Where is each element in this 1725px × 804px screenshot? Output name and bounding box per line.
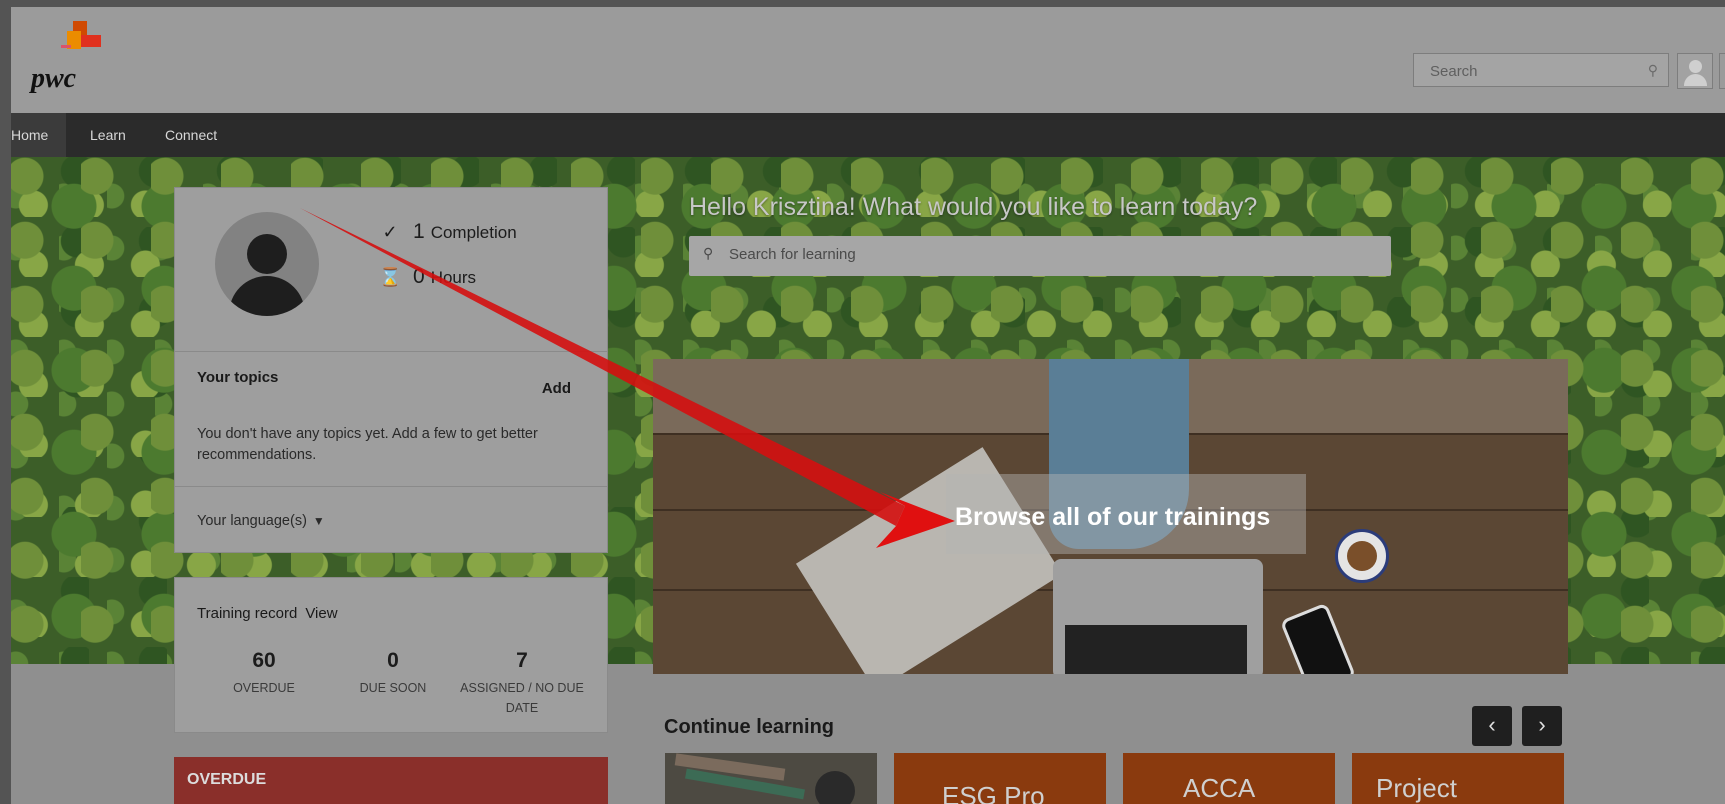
top-header: pwc Search ⚲ (11, 7, 1725, 113)
nav-home[interactable]: Home (11, 113, 67, 157)
chevron-left-icon: ‹ (1488, 712, 1496, 737)
nav-learn[interactable]: Learn (72, 113, 144, 157)
view-training-record-link[interactable]: View (305, 605, 337, 622)
divider (175, 486, 607, 487)
main-nav: Home Learn Connect (11, 113, 1725, 157)
carousel-prev-button[interactable]: ‹ (1472, 706, 1512, 746)
continue-learning-title: Continue learning (664, 716, 834, 738)
profile-card: ✓ 1 Completion ⌛ 0 Hours Your topics Add You… (174, 187, 608, 553)
overdue-stat[interactable]: 60 OVERDUE (199, 649, 329, 698)
topics-title: Your topics (197, 369, 279, 386)
header-search-input[interactable]: Search ⚲ (1413, 53, 1669, 87)
add-topics-button[interactable]: Add (542, 380, 571, 397)
topics-empty-text: You don't have any topics yet. Add a few… (197, 426, 538, 463)
completion-stat: ✓ 1 Completion (379, 220, 516, 244)
search-icon[interactable]: ⚲ (1648, 62, 1658, 79)
chevron-right-icon: › (1538, 712, 1546, 737)
due-soon-stat[interactable]: 0 DUE SOON (328, 649, 458, 698)
course-tile[interactable]: Project (1352, 753, 1564, 804)
divider (175, 351, 607, 352)
hours-stat: ⌛ 0 Hours (379, 265, 477, 288)
user-icon (1689, 60, 1702, 73)
assigned-stat[interactable]: 7 ASSIGNED / NO DUE DATE (457, 649, 587, 718)
nav-connect[interactable]: Connect (147, 113, 235, 157)
greeting-heading: Hello Krisztina! What would you like to … (689, 193, 1258, 221)
training-record-card: Training record View 60 OVERDUE 0 DUE SOO… (174, 577, 608, 733)
hourglass-icon: ⌛ (379, 267, 402, 287)
header-menu-button[interactable] (1719, 53, 1725, 89)
course-tile[interactable] (665, 753, 877, 804)
user-avatar-button[interactable] (1677, 53, 1713, 89)
training-record-title: Training record View (197, 605, 338, 622)
pwc-logo[interactable]: pwc (21, 21, 101, 94)
course-tile[interactable]: ACCA (1123, 753, 1335, 804)
check-circle-icon: ✓ (382, 222, 398, 242)
course-tile[interactable]: ESG Pro (894, 753, 1106, 804)
overdue-section-header[interactable]: OVERDUE (174, 757, 608, 804)
learning-search-input[interactable]: ⚲ Search for learning (689, 236, 1391, 276)
search-icon: ⚲ (703, 245, 714, 261)
carousel-next-button[interactable]: › (1522, 706, 1562, 746)
caret-down-icon: ▼ (312, 514, 325, 528)
language-dropdown[interactable]: Your language(s) ▼ (197, 513, 325, 529)
profile-avatar[interactable] (215, 212, 319, 316)
browse-trainings-link[interactable]: Browse all of our trainings (955, 503, 1270, 532)
